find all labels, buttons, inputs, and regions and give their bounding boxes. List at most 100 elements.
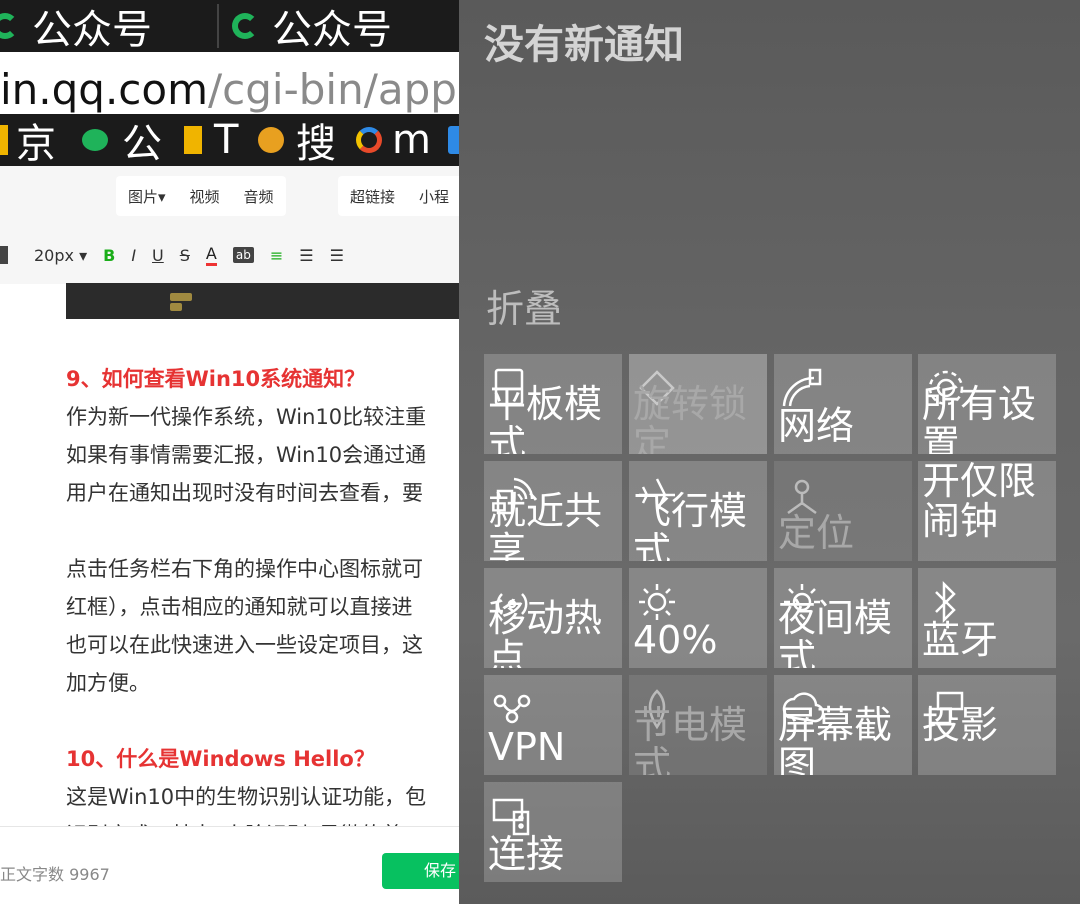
heading-win10-notifications: 9、如何查看Win10系统通知？	[66, 367, 366, 391]
wechat-icon	[232, 13, 258, 39]
quick-action-rotation-lock[interactable]: 旋转锁定	[629, 354, 767, 454]
quick-action-vpn[interactable]: VPN	[484, 675, 622, 775]
lion-icon	[258, 127, 284, 153]
bookmark-gongzhonghao[interactable]: 公	[82, 118, 162, 166]
quick-action-label: 连接	[488, 832, 565, 876]
bookmark-label: 京	[16, 121, 56, 166]
paragraph-line: 如果有事情需要汇报，Win10会通过通	[66, 443, 427, 467]
paragraph-line: 作为新一代操作系统，Win10比较注重	[66, 405, 427, 429]
bookmark-folder-icon	[0, 125, 8, 155]
editor-footer: 正文字数 9967 保存	[0, 826, 460, 904]
quick-action-label: 网络	[778, 404, 855, 448]
quick-action-project[interactable]: 投影	[918, 675, 1056, 775]
highlight-button[interactable]: ab	[232, 247, 254, 263]
url-path: /cgi-bin/appm	[208, 65, 460, 114]
link-toolbar-group: 超链接 小程	[338, 176, 460, 216]
quick-action-nearby-share[interactable]: 就近共享	[484, 461, 622, 561]
word-count: 正文字数 9967	[0, 865, 110, 884]
quick-action-label: 飞行模式	[633, 489, 748, 561]
quick-action-label: 蓝牙	[922, 618, 999, 662]
font-size-select[interactable]: 20px ▾	[34, 246, 87, 265]
quick-action-all-settings[interactable]: 所有设置	[918, 354, 1056, 454]
paragraph-line: 也可以在此快速进入一些设定项目，这	[66, 633, 423, 657]
collapse-link[interactable]: 折叠	[486, 278, 562, 333]
audio-button[interactable]: 音频	[232, 186, 286, 207]
strikethrough-button[interactable]: S	[180, 246, 190, 265]
quick-action-label: 40%	[633, 618, 718, 662]
paragraph-line: 用户在通知出现时没有时间去查看，要	[66, 481, 423, 505]
paragraph-line: 点击任务栏右下角的操作中心图标就可	[66, 557, 423, 581]
url-host: in.qq.com	[0, 65, 209, 114]
address-bar[interactable]: in.qq.com/cgi-bin/appm	[0, 52, 460, 114]
wechat-icon	[0, 13, 18, 39]
tab-title: 公众号	[32, 7, 152, 53]
quick-action-label: 夜间模式	[778, 596, 893, 668]
tab-title: 公众号	[272, 7, 392, 53]
image-button[interactable]: 图片▾	[116, 186, 178, 207]
quick-action-label: VPN	[488, 725, 566, 769]
miniprogram-button[interactable]: 小程	[407, 186, 460, 207]
chrome-like-icon	[356, 127, 382, 153]
quick-action-screen-snip[interactable]: 屏幕截图	[774, 675, 912, 775]
action-center-panel: 没有新通知 折叠 平板模式 旋转锁定 网络 所有设置 就近共享 飞行模式 定位 …	[459, 0, 1080, 904]
quick-action-label: 旋转锁定	[633, 382, 748, 454]
quick-action-label: 投影	[922, 703, 999, 747]
align-left-icon[interactable]: ≡	[270, 246, 283, 265]
quick-action-focus-assist[interactable]: 开仅限闹钟	[918, 461, 1056, 561]
quick-action-tablet-mode[interactable]: 平板模式	[484, 354, 622, 454]
paragraph-line: 加方便。	[66, 671, 150, 695]
quick-action-connect[interactable]: 连接	[484, 782, 622, 882]
quick-action-network[interactable]: 网络	[774, 354, 912, 454]
underline-button[interactable]: U	[152, 246, 164, 265]
bookmark-folder-icon	[184, 126, 202, 154]
quick-action-label: 定位	[778, 511, 855, 555]
quick-action-label: 开仅限闹钟	[922, 461, 1037, 543]
embedded-screenshot-image	[66, 283, 460, 319]
quick-action-label: 屏幕截图	[778, 703, 893, 775]
font-family-icon[interactable]	[0, 246, 8, 264]
quick-action-bluetooth[interactable]: 蓝牙	[918, 568, 1056, 668]
line-spacing-icon[interactable]: ☰	[330, 246, 344, 265]
bookmark-t[interactable]: T	[184, 117, 238, 163]
quick-action-airplane-mode[interactable]: 飞行模式	[629, 461, 767, 561]
indent-icon[interactable]: ☰	[299, 246, 313, 265]
folder-thumb-icon	[170, 303, 182, 311]
folder-thumb-icon	[170, 293, 192, 301]
quick-action-battery-saver[interactable]: 节电模式	[629, 675, 767, 775]
paragraph-line: 红框），点击相应的通知就可以直接进	[66, 595, 413, 619]
format-toolbar: 20px ▾ B I U S A ab ≡ ☰ ☰	[0, 232, 460, 278]
bookmark-sou[interactable]: 搜	[258, 118, 336, 166]
browser-window: 公众号 公众号 in.qq.com/cgi-bin/appm 京 公 T	[0, 0, 460, 904]
tab-bar: 公众号 公众号	[0, 0, 460, 53]
bookmarks-bar: 京 公 T 搜 m	[0, 114, 460, 166]
editor-toolbar: 图片▾ 视频 音频 超链接 小程 20px ▾ B I U S A ab ≡ ☰…	[0, 166, 460, 284]
bookmark-m[interactable]: m	[356, 117, 431, 163]
bookmark-label: 搜	[296, 121, 336, 166]
quick-action-label: 就近共享	[488, 489, 603, 561]
tab-gongzhonghao-2[interactable]: 公众号	[232, 0, 392, 53]
bold-button[interactable]: B	[103, 246, 115, 265]
wechat-icon	[82, 129, 108, 151]
save-button[interactable]: 保存	[382, 853, 460, 889]
screen: 公众号 公众号 in.qq.com/cgi-bin/appm 京 公 T	[0, 0, 1080, 904]
bookmark-jd[interactable]: 京	[0, 118, 56, 166]
quick-action-mobile-hotspot[interactable]: 移动热点	[484, 568, 622, 668]
media-toolbar-group: 图片▾ 视频 音频	[116, 176, 286, 216]
tab-gongzhonghao-1[interactable]: 公众号	[0, 0, 152, 53]
quick-action-label: 移动热点	[488, 596, 603, 668]
quick-action-label: 所有设置	[922, 382, 1037, 454]
paragraph-line: 这是Win10中的生物识别认证功能，包	[66, 785, 427, 809]
italic-button[interactable]: I	[131, 246, 136, 265]
bookmark-label: m	[392, 117, 431, 163]
quick-action-location[interactable]: 定位	[774, 461, 912, 561]
quick-action-label: 节电模式	[633, 703, 748, 775]
video-button[interactable]: 视频	[178, 186, 232, 207]
quick-action-night-light[interactable]: 夜间模式	[774, 568, 912, 668]
quick-action-label: 平板模式	[488, 382, 603, 454]
quick-action-brightness[interactable]: 40%	[629, 568, 767, 668]
hyperlink-button[interactable]: 超链接	[338, 186, 407, 207]
font-color-button[interactable]: A	[205, 244, 217, 266]
article-body[interactable]: 9、如何查看Win10系统通知？ 作为新一代操作系统，Win10比较注重 如果有…	[66, 360, 460, 854]
